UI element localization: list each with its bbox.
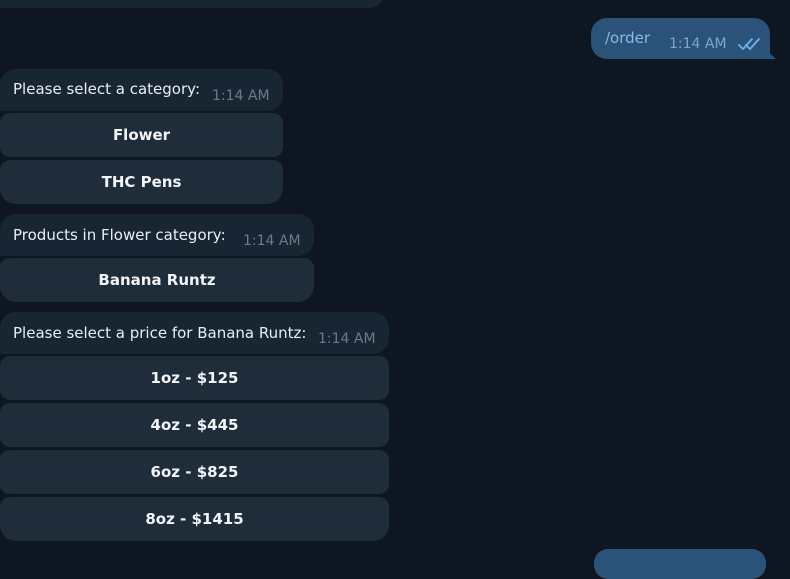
price-button-8oz[interactable]: 8oz - $1415: [0, 497, 389, 541]
category-button-thc-pens[interactable]: THC Pens: [0, 160, 283, 204]
price-button-1oz[interactable]: 1oz - $125: [0, 356, 389, 400]
next-message-bubble: [594, 549, 766, 579]
chat-area[interactable]: /order 1:14 AM Please select a category:…: [0, 0, 790, 579]
bot-message-time: 1:14 AM: [318, 331, 376, 347]
product-button-banana-runtz[interactable]: Banana Runtz: [0, 258, 314, 302]
price-button-4oz[interactable]: 4oz - $445: [0, 403, 389, 447]
double-check-icon: [738, 38, 760, 50]
bot-message-text: Products in Flower category:: [13, 226, 226, 244]
price-button-6oz[interactable]: 6oz - $825: [0, 450, 389, 494]
bot-message-category[interactable]: Please select a category: 1:14 AM: [0, 69, 283, 111]
bot-message-text: Please select a price for Banana Runtz:: [13, 324, 307, 342]
bot-message-time: 1:14 AM: [243, 233, 301, 249]
bot-message-time: 1:14 AM: [212, 88, 270, 104]
outgoing-message-time: 1:14 AM: [669, 36, 727, 52]
category-button-flower[interactable]: Flower: [0, 113, 283, 157]
outgoing-message-text: /order: [605, 29, 651, 47]
bot-message-price[interactable]: Please select a price for Banana Runtz: …: [0, 312, 389, 354]
outgoing-message[interactable]: /order 1:14 AM: [591, 18, 770, 59]
bot-message-products[interactable]: Products in Flower category: 1:14 AM: [0, 214, 314, 256]
outgoing-bubble-tail: [764, 48, 776, 59]
bot-message-text: Please select a category:: [13, 80, 200, 98]
previous-message-bubble: [0, 0, 385, 8]
